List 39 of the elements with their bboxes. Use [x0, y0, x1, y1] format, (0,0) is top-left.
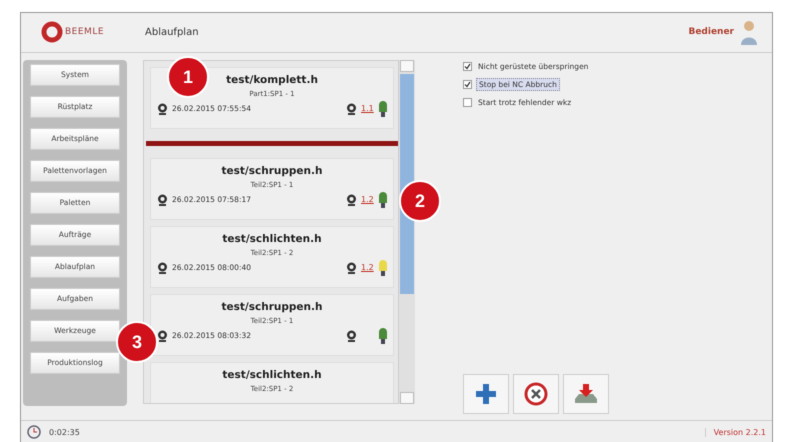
clock-text: 0:02:35 — [49, 428, 80, 436]
signal-light-icon — [379, 192, 387, 208]
webcam-icon — [157, 262, 168, 274]
counter-link[interactable]: 1.2 — [361, 195, 375, 204]
clock-icon — [27, 425, 41, 439]
ring-logo-icon — [41, 21, 63, 44]
counter-link[interactable]: 1.2 — [361, 263, 375, 272]
user-avatar-icon — [740, 19, 758, 46]
webcam-icon — [157, 194, 168, 206]
scrollbar[interactable] — [399, 60, 415, 404]
webcam-icon — [346, 102, 357, 115]
job-title: test/schruppen.h — [222, 300, 322, 313]
webcam-icon — [157, 102, 168, 115]
checkbox[interactable] — [463, 62, 472, 72]
download-button[interactable] — [563, 374, 609, 414]
signal-light-icon — [379, 260, 387, 276]
webcam-icon — [346, 330, 357, 342]
download-tray-icon — [573, 383, 599, 405]
checkbox[interactable] — [463, 80, 472, 90]
job-title: test/schlichten.h — [222, 368, 322, 381]
user-link[interactable]: Bediener — [688, 27, 734, 38]
counter-link[interactable]: 1.1 — [361, 104, 375, 114]
signal-light-icon — [379, 100, 387, 117]
page-title: Ablaufplan — [145, 26, 199, 38]
job-title: test/komplett.h — [226, 74, 318, 86]
checkbox[interactable] — [463, 98, 472, 108]
webcam-icon — [346, 194, 357, 206]
job-title: test/schlichten.h — [222, 232, 322, 245]
webcam-icon — [157, 330, 168, 342]
close-icon — [524, 382, 548, 406]
signal-light-icon — [379, 328, 387, 344]
callout-badge: 2 — [399, 180, 441, 222]
job-title: test/schruppen.h — [222, 164, 322, 177]
version-text: Version 2.2.1 — [704, 428, 766, 436]
cancel-button[interactable] — [513, 374, 559, 414]
add-button[interactable] — [463, 374, 509, 414]
webcam-icon — [346, 262, 357, 274]
plus-icon — [475, 383, 497, 405]
logo-text: BEEMLE — [65, 27, 104, 38]
